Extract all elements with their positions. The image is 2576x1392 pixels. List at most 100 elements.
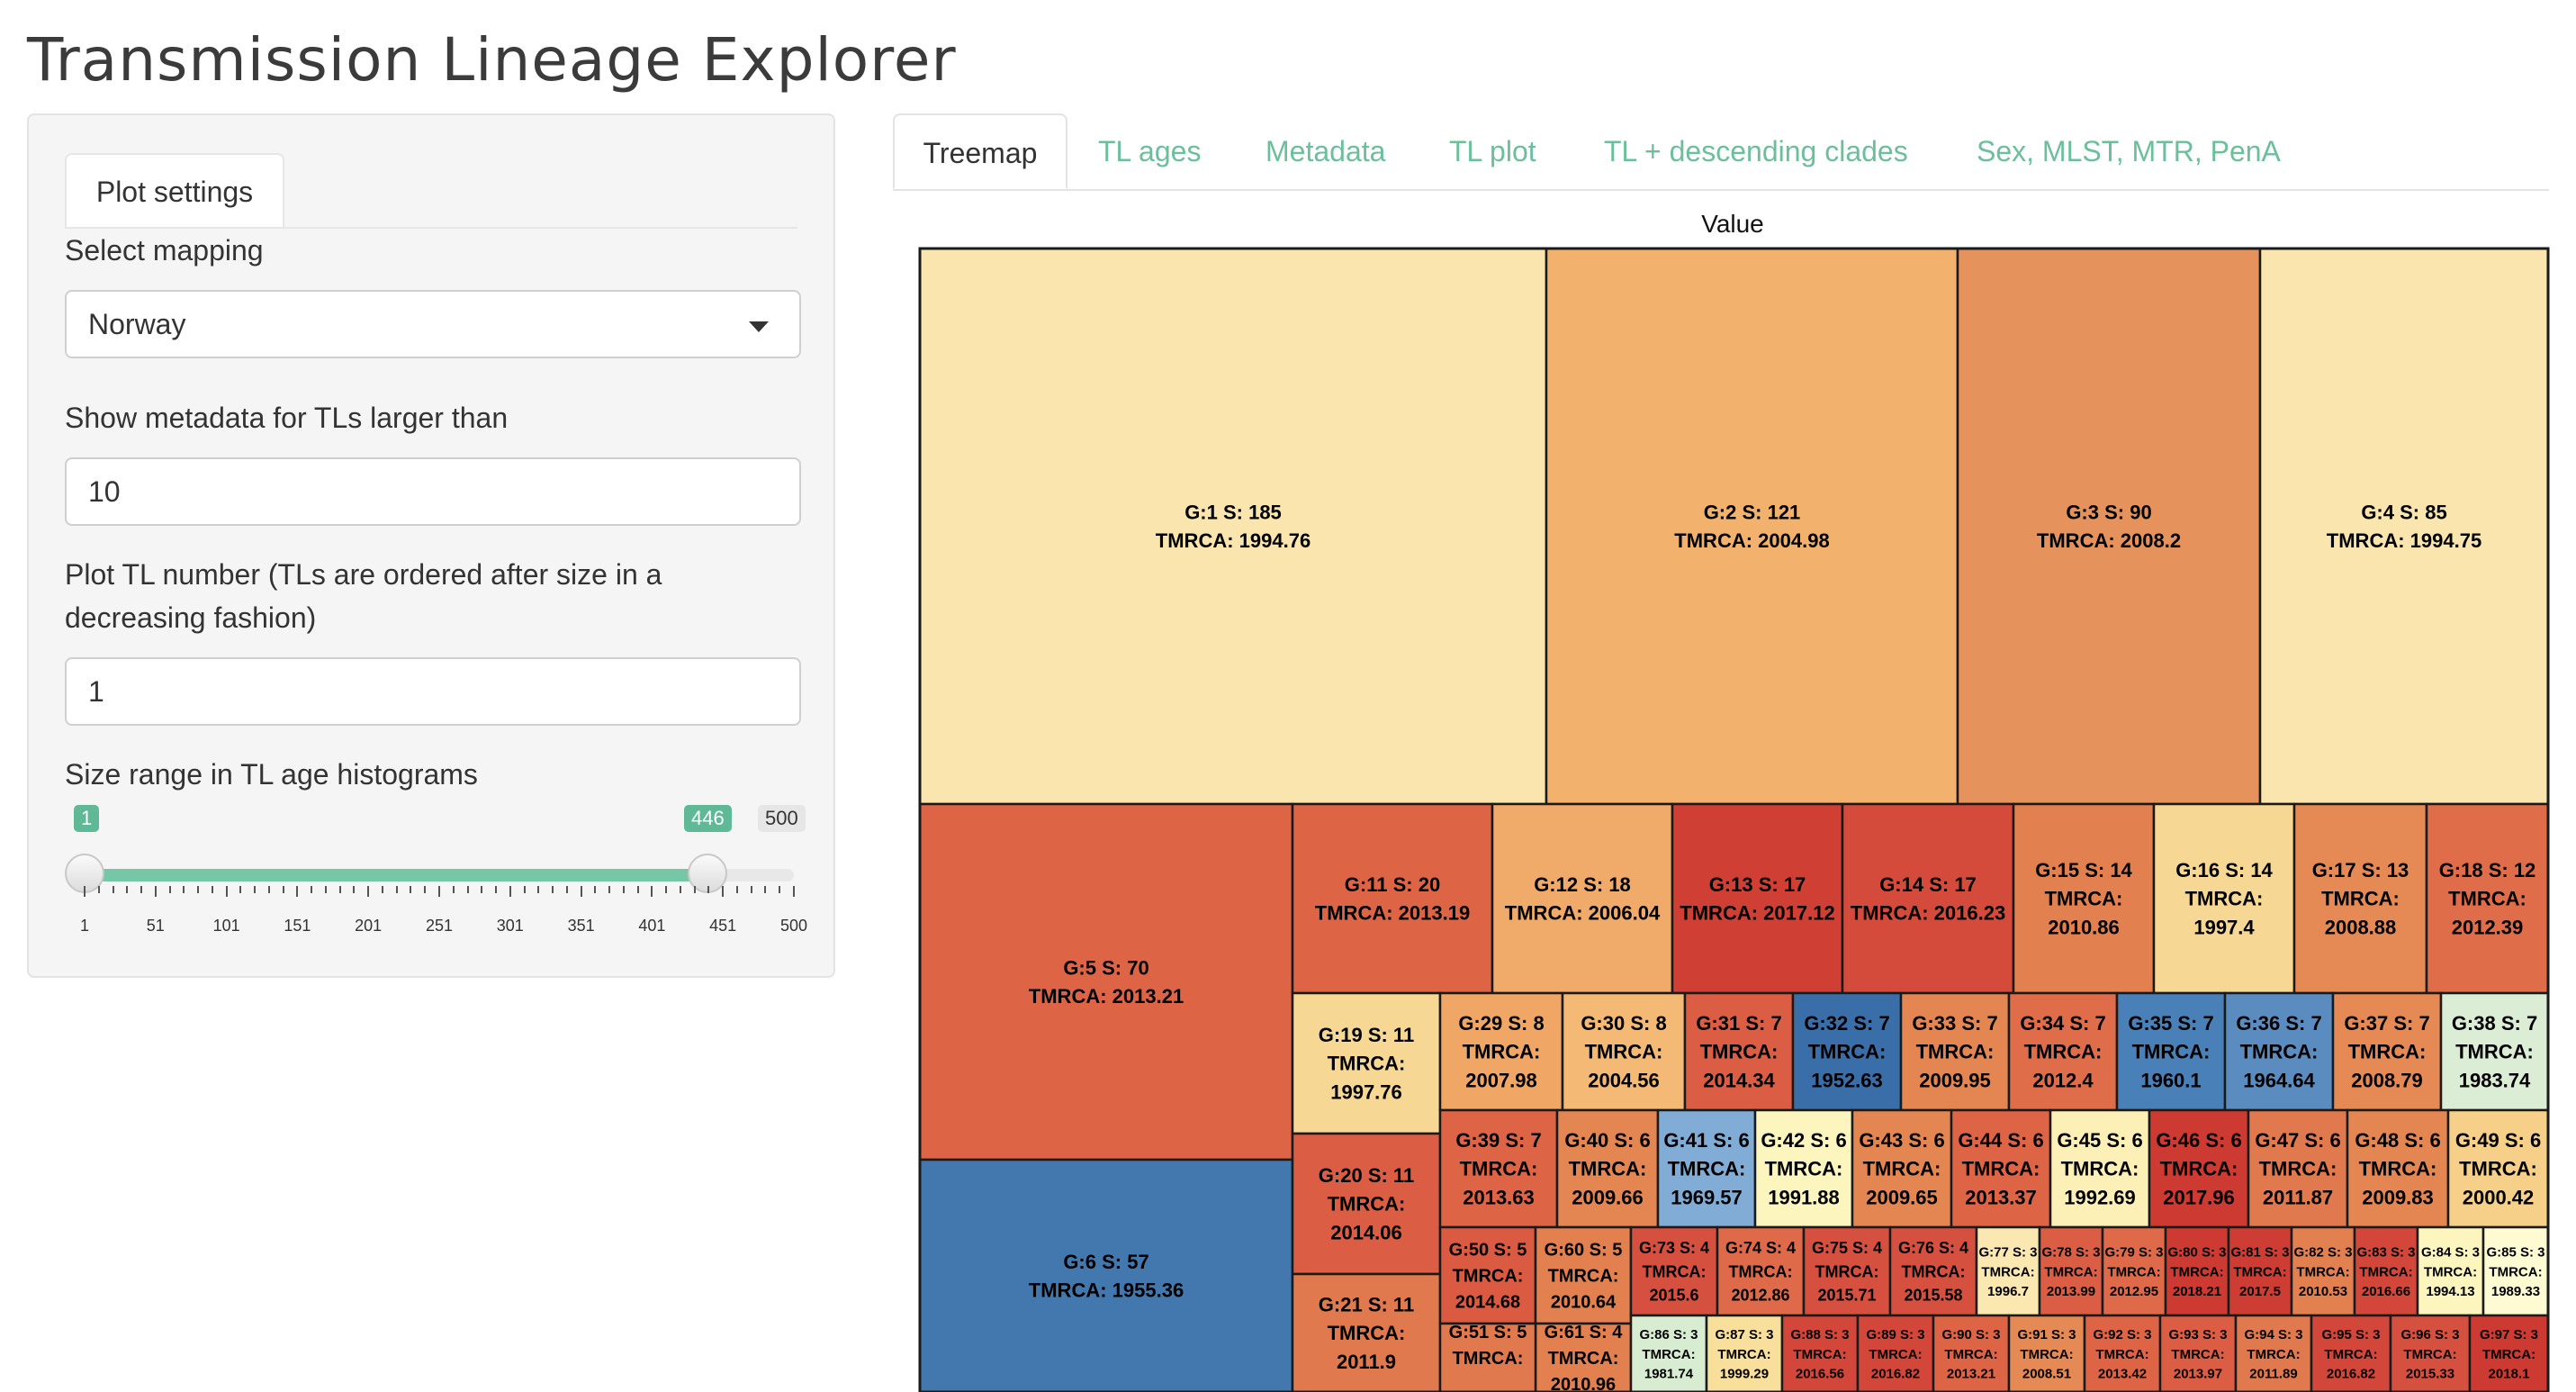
treemap-tile[interactable]: G:15 S: 14 TMRCA: 2010.86 xyxy=(2012,802,2156,995)
treemap-tile[interactable]: G:49 S: 6 TMRCA: 2000.42 xyxy=(2446,1108,2550,1229)
treemap-tile[interactable]: G:90 S: 3 TMRCA: 2013.21 xyxy=(1932,1314,2011,1392)
treemap-tile[interactable]: G:43 S: 6 TMRCA: 2009.65 xyxy=(1851,1108,1953,1229)
treemap-tile[interactable]: G:40 S: 6 TMRCA: 2009.66 xyxy=(1555,1108,1660,1229)
treemap-tile-tmrca: TMRCA: 2017.12 xyxy=(1680,902,1834,925)
treemap-tile[interactable]: G:19 S: 11 TMRCA: 1997.76 xyxy=(1291,991,1442,1135)
treemap-tile[interactable]: G:77 S: 3 TMRCA: 1996.7 xyxy=(1975,1225,2041,1317)
treemap-tile[interactable]: G:50 S: 5 TMRCA: 2014.68 xyxy=(1438,1225,1537,1325)
treemap-tile[interactable]: G:60 S: 5 TMRCA: 2010.64 xyxy=(1534,1225,1633,1325)
treemap-tile[interactable]: G:42 S: 6 TMRCA: 1991.88 xyxy=(1753,1108,1854,1229)
treemap-tile[interactable]: G:88 S: 3 TMRCA: 2016.56 xyxy=(1780,1314,1860,1392)
treemap-tile[interactable]: G:94 S: 3 TMRCA: 2011.89 xyxy=(2234,1314,2313,1392)
treemap-tile-label: G:4 S: 85 xyxy=(2361,501,2446,523)
treemap-tile-tmrca: 2012.39 xyxy=(2452,917,2524,939)
treemap-tile[interactable]: G:36 S: 7 TMRCA: 1964.64 xyxy=(2223,991,2335,1112)
treemap-tile[interactable]: G:13 S: 17 TMRCA: 2017.12 xyxy=(1671,802,1844,995)
treemap-tile-tmrca: TMRCA: xyxy=(2170,1264,2223,1279)
treemap-tile[interactable]: G:93 S: 3 TMRCA: 2013.97 xyxy=(2158,1314,2238,1392)
treemap-tile-tmrca: 2009.66 xyxy=(1572,1187,1644,1209)
treemap-tile[interactable]: G:16 S: 14 TMRCA: 1997.4 xyxy=(2152,802,2296,995)
treemap-tile-tmrca: TMRCA: xyxy=(1869,1347,1922,1362)
treemap-tile[interactable]: G:35 S: 7 TMRCA: 1960.1 xyxy=(2115,991,2227,1112)
treemap-tile[interactable]: G:38 S: 7 TMRCA: 1983.74 xyxy=(2439,991,2550,1112)
treemap-tile[interactable]: G:33 S: 7 TMRCA: 2009.95 xyxy=(1899,991,2011,1112)
treemap-tile-tmrca: TMRCA: 2013.19 xyxy=(1315,902,1470,925)
treemap-tile[interactable]: G:45 S: 6 TMRCA: 1992.69 xyxy=(2049,1108,2151,1229)
treemap-tile[interactable]: G:80 S: 3 TMRCA: 2018.21 xyxy=(2164,1225,2230,1317)
treemap-tile[interactable]: G:97 S: 3 TMRCA: 2018.1 xyxy=(2468,1314,2550,1392)
treemap-tile[interactable]: G:39 S: 7 TMRCA: 2013.63 xyxy=(1438,1108,1559,1229)
treemap-tile[interactable]: G:95 S: 3 TMRCA: 2016.82 xyxy=(2310,1314,2392,1392)
treemap-tile-tmrca: TMRCA: xyxy=(1453,1349,1524,1369)
treemap-tile[interactable]: G:84 S: 3 TMRCA: 1994.13 xyxy=(2416,1225,2485,1317)
treemap-tile[interactable]: G:14 S: 17 TMRCA: 2016.23 xyxy=(1841,802,2015,995)
treemap-tile[interactable]: G:96 S: 3 TMRCA: 2015.33 xyxy=(2389,1314,2472,1392)
treemap-tile-label: G:82 S: 3 xyxy=(2293,1245,2352,1261)
treemap-tile[interactable]: G:74 S: 4 TMRCA: 2012.86 xyxy=(1716,1225,1806,1317)
treemap-tile-label: G:39 S: 7 xyxy=(1455,1129,1541,1152)
treemap-tile[interactable]: G:75 S: 4 TMRCA: 2015.71 xyxy=(1802,1225,1892,1317)
treemap-tile[interactable]: G:46 S: 6 TMRCA: 2017.96 xyxy=(2148,1108,2250,1229)
treemap-tile[interactable]: G:4 S: 85 TMRCA: 1994.75 xyxy=(2258,247,2550,806)
treemap-tile-tmrca: 2010.96 xyxy=(1551,1375,1616,1392)
treemap-tile-label: G:3 S: 90 xyxy=(2066,501,2151,523)
treemap-tile[interactable]: G:44 S: 6 TMRCA: 2013.37 xyxy=(1950,1108,2052,1229)
treemap-tile[interactable]: G:78 S: 3 TMRCA: 2013.99 xyxy=(2038,1225,2104,1317)
treemap-tile-tmrca: 1960.1 xyxy=(2140,1070,2201,1092)
treemap-tile-label: G:87 S: 3 xyxy=(1715,1327,1773,1342)
treemap-tile-tmrca: 2008.51 xyxy=(2022,1367,2071,1382)
treemap-tile[interactable]: G:86 S: 3 TMRCA: 1981.74 xyxy=(1629,1314,1708,1392)
treemap-tile[interactable]: G:85 S: 3 TMRCA: 1989.33 xyxy=(2481,1225,2550,1317)
treemap-tile-tmrca: 2009.65 xyxy=(1866,1187,1938,1209)
treemap-tile[interactable]: G:21 S: 11 TMRCA: 2011.9 xyxy=(1291,1272,1442,1392)
treemap-tile-label: G:18 S: 12 xyxy=(2439,859,2536,881)
treemap-tile[interactable]: G:76 S: 4 TMRCA: 2015.58 xyxy=(1888,1225,1978,1317)
treemap-tile-tmrca: 1999.29 xyxy=(1720,1367,1769,1382)
treemap-tile-label: G:1 S: 185 xyxy=(1184,501,1282,523)
treemap-tile[interactable]: G:61 S: 4 TMRCA: 2010.96 xyxy=(1534,1322,1633,1392)
treemap-tile-tmrca: TMRCA: xyxy=(2171,1347,2224,1362)
treemap-tile-tmrca: 2014.68 xyxy=(1455,1293,1520,1313)
treemap-tile[interactable]: G:34 S: 7 TMRCA: 2012.4 xyxy=(2007,991,2119,1112)
treemap-tile-tmrca: TMRCA: 1955.36 xyxy=(1029,1279,1184,1302)
treemap-tile[interactable]: G:41 S: 6 TMRCA: 1969.57 xyxy=(1656,1108,1757,1229)
treemap-tile[interactable]: G:81 S: 3 TMRCA: 2017.5 xyxy=(2227,1225,2293,1317)
treemap-tile-tmrca: TMRCA: xyxy=(1863,1158,1941,1180)
treemap-tile[interactable]: G:31 S: 7 TMRCA: 2014.34 xyxy=(1683,991,1795,1112)
treemap-tile-tmrca: 2007.98 xyxy=(1465,1070,1537,1092)
treemap-tile[interactable]: G:73 S: 4 TMRCA: 2015.6 xyxy=(1629,1225,1719,1317)
treemap-tile[interactable]: G:32 S: 7 TMRCA: 1952.63 xyxy=(1791,991,1903,1112)
treemap-tile-label: G:15 S: 14 xyxy=(2035,859,2132,881)
treemap-tile-tmrca: TMRCA: xyxy=(2045,888,2123,910)
treemap-tile-tmrca: TMRCA: xyxy=(2044,1264,2097,1279)
treemap-tile-label: G:20 S: 11 xyxy=(1319,1164,1414,1187)
treemap-tile[interactable]: G:20 S: 11 TMRCA: 2014.06 xyxy=(1291,1132,1442,1276)
treemap-tile[interactable]: G:11 S: 20 TMRCA: 2013.19 xyxy=(1291,802,1494,995)
treemap-tile-tmrca: TMRCA: xyxy=(2233,1264,2286,1279)
treemap-tile[interactable]: G:6 S: 57 TMRCA: 1955.36 xyxy=(918,1158,1294,1392)
treemap-tile[interactable]: G:92 S: 3 TMRCA: 2013.42 xyxy=(2083,1314,2162,1392)
treemap-tile[interactable]: G:83 S: 3 TMRCA: 2016.66 xyxy=(2353,1225,2419,1317)
treemap-tile[interactable]: G:87 S: 3 TMRCA: 1999.29 xyxy=(1705,1314,1784,1392)
treemap-tile[interactable]: G:1 S: 185 TMRCA: 1994.76 xyxy=(918,247,1548,806)
treemap-tile[interactable]: G:37 S: 7 TMRCA: 2008.79 xyxy=(2331,991,2443,1112)
treemap-tile[interactable]: G:12 S: 18 TMRCA: 2006.04 xyxy=(1491,802,1674,995)
treemap-tile[interactable]: G:79 S: 3 TMRCA: 2012.95 xyxy=(2101,1225,2167,1317)
treemap-tile[interactable]: G:17 S: 13 TMRCA: 2008.88 xyxy=(2292,802,2428,995)
treemap-tile[interactable]: G:47 S: 6 TMRCA: 2011.87 xyxy=(2247,1108,2349,1229)
treemap-tile[interactable]: G:30 S: 8 TMRCA: 2004.56 xyxy=(1561,991,1687,1112)
treemap-tile[interactable]: G:5 S: 70 TMRCA: 2013.21 xyxy=(918,802,1294,1162)
treemap-tile-label: G:60 S: 5 xyxy=(1545,1241,1623,1261)
treemap-tile[interactable]: G:3 S: 90 TMRCA: 2008.2 xyxy=(1956,247,2262,806)
treemap-tile[interactable]: G:82 S: 3 TMRCA: 2010.53 xyxy=(2290,1225,2356,1317)
treemap-tile[interactable]: G:48 S: 6 TMRCA: 2009.83 xyxy=(2346,1108,2450,1229)
treemap-tile[interactable]: G:91 S: 3 TMRCA: 2008.51 xyxy=(2007,1314,2086,1392)
treemap-tile[interactable]: G:89 S: 3 TMRCA: 2016.82 xyxy=(1856,1314,1935,1392)
treemap-tile[interactable]: G:2 S: 121 TMRCA: 2004.98 xyxy=(1545,247,1959,806)
treemap-tile-tmrca: 1969.57 xyxy=(1671,1187,1743,1209)
treemap-tile[interactable]: G:29 S: 8 TMRCA: 2007.98 xyxy=(1438,991,1564,1112)
treemap-tile[interactable]: G:18 S: 12 TMRCA: 2012.39 xyxy=(2425,802,2550,995)
treemap-tile-tmrca: 2014.06 xyxy=(1330,1222,1402,1244)
treemap-tile[interactable]: G:51 S: 5 TMRCA: xyxy=(1438,1322,1537,1392)
treemap-tile-label: G:11 S: 20 xyxy=(1345,873,1440,896)
